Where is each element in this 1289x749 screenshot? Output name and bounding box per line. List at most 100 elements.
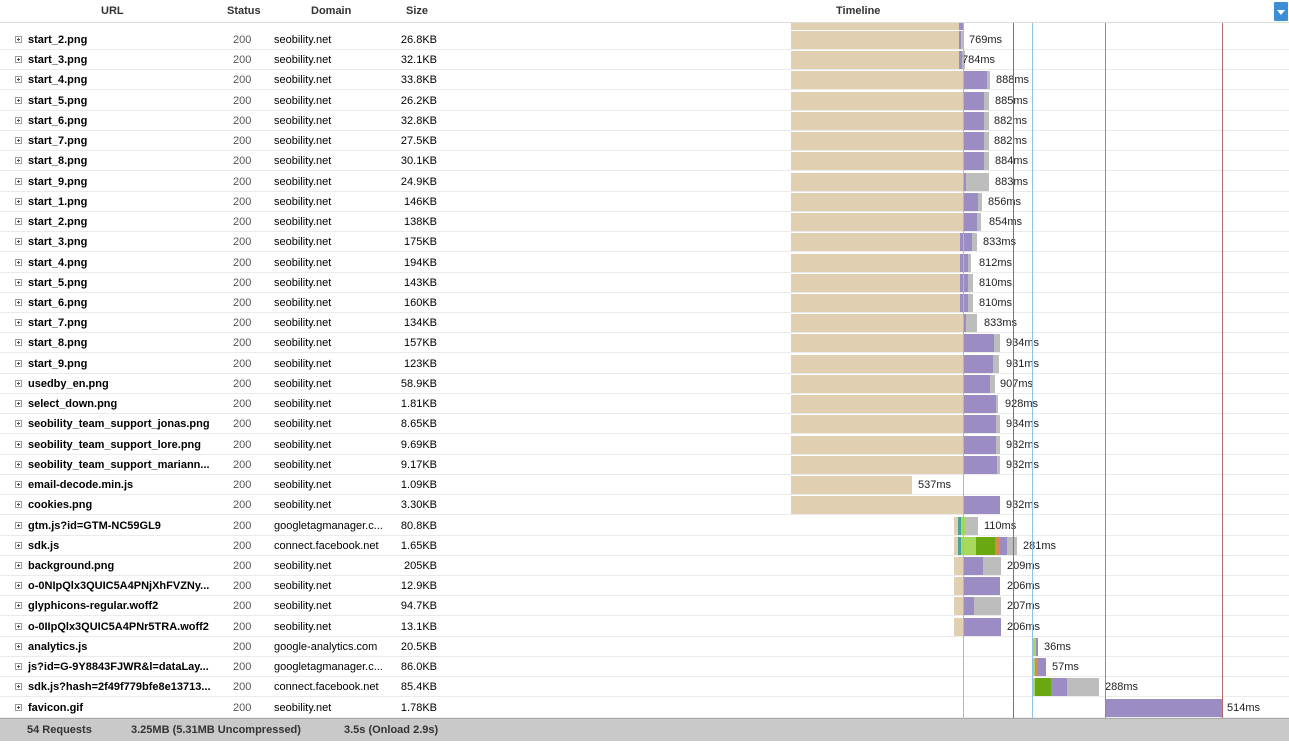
expand-row-icon[interactable]: [15, 703, 22, 711]
request-url[interactable]: start_7.png: [28, 135, 87, 147]
request-row[interactable]: start_8.png 200 seobility.net 157KB 934ms: [0, 333, 1289, 354]
request-url[interactable]: start_9.png: [28, 176, 87, 188]
request-row[interactable]: start_7.png 200 seobility.net 27.5KB 882ms: [0, 131, 1289, 152]
domain-column-header[interactable]: Domain: [311, 5, 351, 17]
request-url[interactable]: seobility_team_support_jonas.png: [28, 418, 210, 430]
expand-row-icon[interactable]: [15, 400, 22, 408]
request-row[interactable]: start_6.png 200 seobility.net 32.8KB 882ms: [0, 111, 1289, 131]
expand-row-icon[interactable]: [15, 137, 22, 145]
expand-row-icon[interactable]: [15, 460, 22, 468]
request-row[interactable]: gtm.js?id=GTM-NC59GL9 200 googletagmanager…: [0, 516, 1289, 536]
expand-row-icon[interactable]: [15, 663, 22, 671]
request-row[interactable]: usedby_en.png 200 seobility.net 58.9KB 907ms: [0, 374, 1289, 394]
request-url[interactable]: js?id=G-9Y8843FJWR&l=dataLay...: [28, 661, 209, 673]
request-url[interactable]: start_3.png: [28, 54, 87, 66]
expand-row-icon[interactable]: [15, 481, 22, 489]
request-url[interactable]: analytics.js: [28, 641, 87, 653]
request-url[interactable]: start_6.png: [28, 297, 87, 309]
expand-row-icon[interactable]: [15, 501, 22, 509]
expand-row-icon[interactable]: [15, 96, 22, 104]
request-row[interactable]: sdk.js?hash=2f49f779bfe8e13713... 200 conn…: [0, 677, 1289, 698]
request-row[interactable]: start_1.png 200 seobility.net 146KB 856ms: [0, 192, 1289, 212]
expand-row-icon[interactable]: [15, 602, 22, 610]
request-url[interactable]: usedby_en.png: [28, 378, 109, 390]
request-url[interactable]: start_9.png: [28, 358, 87, 370]
request-row[interactable]: background.png 200 seobility.net 205KB 209ms: [0, 556, 1289, 576]
request-url[interactable]: sdk.js?hash=2f49f779bfe8e13713...: [28, 681, 211, 693]
request-row[interactable]: js?id=G-9Y8843FJWR&l=dataLay... 200 google…: [0, 657, 1289, 678]
expand-row-icon[interactable]: [15, 157, 22, 165]
request-row[interactable]: start_9.png 200 seobility.net 24.9KB 883ms: [0, 172, 1289, 192]
request-row[interactable]: start_3.png 200 seobility.net 32.1KB 784ms: [0, 50, 1289, 71]
request-url[interactable]: start_8.png: [28, 155, 87, 167]
request-row[interactable]: glyphicons-regular.woff2 200 seobility.net…: [0, 596, 1289, 617]
expand-row-icon[interactable]: [15, 440, 22, 448]
request-row[interactable]: start_3.png 200 seobility.net 175KB 833ms: [0, 232, 1289, 253]
expand-row-icon[interactable]: [15, 278, 22, 286]
request-url[interactable]: start_4.png: [28, 74, 87, 86]
expand-row-icon[interactable]: [15, 197, 22, 205]
request-url[interactable]: o-0IIpQlx3QUIC5A4PNr5TRA.woff2: [28, 621, 209, 633]
expand-row-icon[interactable]: [15, 582, 22, 590]
request-url[interactable]: favicon.gif: [28, 702, 83, 714]
size-column-header[interactable]: Size: [406, 5, 428, 17]
expand-row-icon[interactable]: [15, 36, 22, 43]
expand-row-icon[interactable]: [15, 642, 22, 650]
request-url[interactable]: o-0NIpQlx3QUIC5A4PNjXhFVZNy...: [28, 580, 209, 592]
request-row[interactable]: analytics.js 200 google-analytics.com 20.5K…: [0, 637, 1289, 657]
request-url[interactable]: start_8.png: [28, 337, 87, 349]
request-url[interactable]: gtm.js?id=GTM-NC59GL9: [28, 520, 161, 532]
request-url[interactable]: start_1.png: [28, 196, 87, 208]
timeline-column-header[interactable]: Timeline: [836, 5, 880, 17]
request-row[interactable]: o-0NIpQlx3QUIC5A4PNjXhFVZNy... 200 seobili…: [0, 576, 1289, 597]
url-column-header[interactable]: URL: [101, 5, 124, 17]
expand-row-icon[interactable]: [15, 683, 22, 691]
request-row[interactable]: start_7.png 200 seobility.net 134KB 833ms: [0, 313, 1289, 334]
request-url[interactable]: background.png: [28, 560, 114, 572]
request-url[interactable]: sdk.js: [28, 540, 59, 552]
request-url[interactable]: select_down.png: [28, 398, 117, 410]
request-url[interactable]: start_5.png: [28, 95, 87, 107]
expand-row-icon[interactable]: [15, 218, 22, 226]
expand-row-icon[interactable]: [15, 541, 22, 549]
request-url[interactable]: start_2.png: [28, 34, 87, 46]
request-url[interactable]: cookies.png: [28, 499, 92, 511]
expand-row-icon[interactable]: [15, 339, 22, 347]
request-url[interactable]: start_6.png: [28, 115, 87, 127]
request-url[interactable]: seobility_team_support_lore.png: [28, 439, 201, 451]
request-url[interactable]: start_4.png: [28, 257, 87, 269]
status-column-header[interactable]: Status: [227, 5, 261, 17]
request-url[interactable]: start_7.png: [28, 317, 87, 329]
expand-row-icon[interactable]: [15, 521, 22, 529]
request-row[interactable]: cookies.png 200 seobility.net 3.30KB 932ms: [0, 495, 1289, 516]
expand-row-icon[interactable]: [15, 177, 22, 185]
expand-row-icon[interactable]: [15, 76, 22, 84]
request-url[interactable]: seobility_team_support_mariann...: [28, 459, 210, 471]
request-row[interactable]: start_5.png 200 seobility.net 26.2KB 885ms: [0, 91, 1289, 111]
expand-row-icon[interactable]: [15, 298, 22, 306]
request-row[interactable]: start_8.png 200 seobility.net 30.1KB 884ms: [0, 151, 1289, 172]
expand-row-icon[interactable]: [15, 359, 22, 367]
expand-row-icon[interactable]: [15, 258, 22, 266]
expand-row-icon[interactable]: [15, 238, 22, 246]
request-row[interactable]: sdk.js 200 connect.facebook.net 1.65KB 281ms: [0, 536, 1289, 556]
request-row[interactable]: favicon.gif 200 seobility.net 1.78KB 514ms: [0, 698, 1289, 718]
expand-row-icon[interactable]: [15, 56, 22, 64]
request-row[interactable]: start_6.png 200 seobility.net 160KB 810ms: [0, 293, 1289, 313]
request-url[interactable]: start_5.png: [28, 277, 87, 289]
expand-row-icon[interactable]: [15, 561, 22, 569]
request-row[interactable]: email-decode.min.js 200 seobility.net 1.09K…: [0, 475, 1289, 496]
request-row[interactable]: o-0IIpQlx3QUIC5A4PNr5TRA.woff2 200 seobili…: [0, 617, 1289, 637]
request-row[interactable]: seobility_team_support_mariann... 200 seob…: [0, 455, 1289, 475]
request-row[interactable]: start_4.png200seobility.net33.8KB888ms: [0, 70, 1289, 91]
request-url[interactable]: start_2.png: [28, 216, 87, 228]
request-row[interactable]: start_4.png 200 seobility.net 194KB 812ms: [0, 253, 1289, 273]
expand-row-icon[interactable]: [15, 622, 22, 630]
request-url[interactable]: start_3.png: [28, 236, 87, 248]
expand-row-icon[interactable]: [15, 379, 22, 387]
request-row[interactable]: select_down.png 200 seobility.net 1.81KB 928…: [0, 394, 1289, 415]
request-row[interactable]: seobility_team_support_lore.png 200 seobil…: [0, 435, 1289, 455]
request-row[interactable]: start_2.png 200 seobility.net 138KB 854ms: [0, 212, 1289, 233]
request-row[interactable]: start_5.png 200 seobility.net 143KB 810ms: [0, 273, 1289, 293]
timeline-options-dropdown-icon[interactable]: [1274, 2, 1288, 21]
